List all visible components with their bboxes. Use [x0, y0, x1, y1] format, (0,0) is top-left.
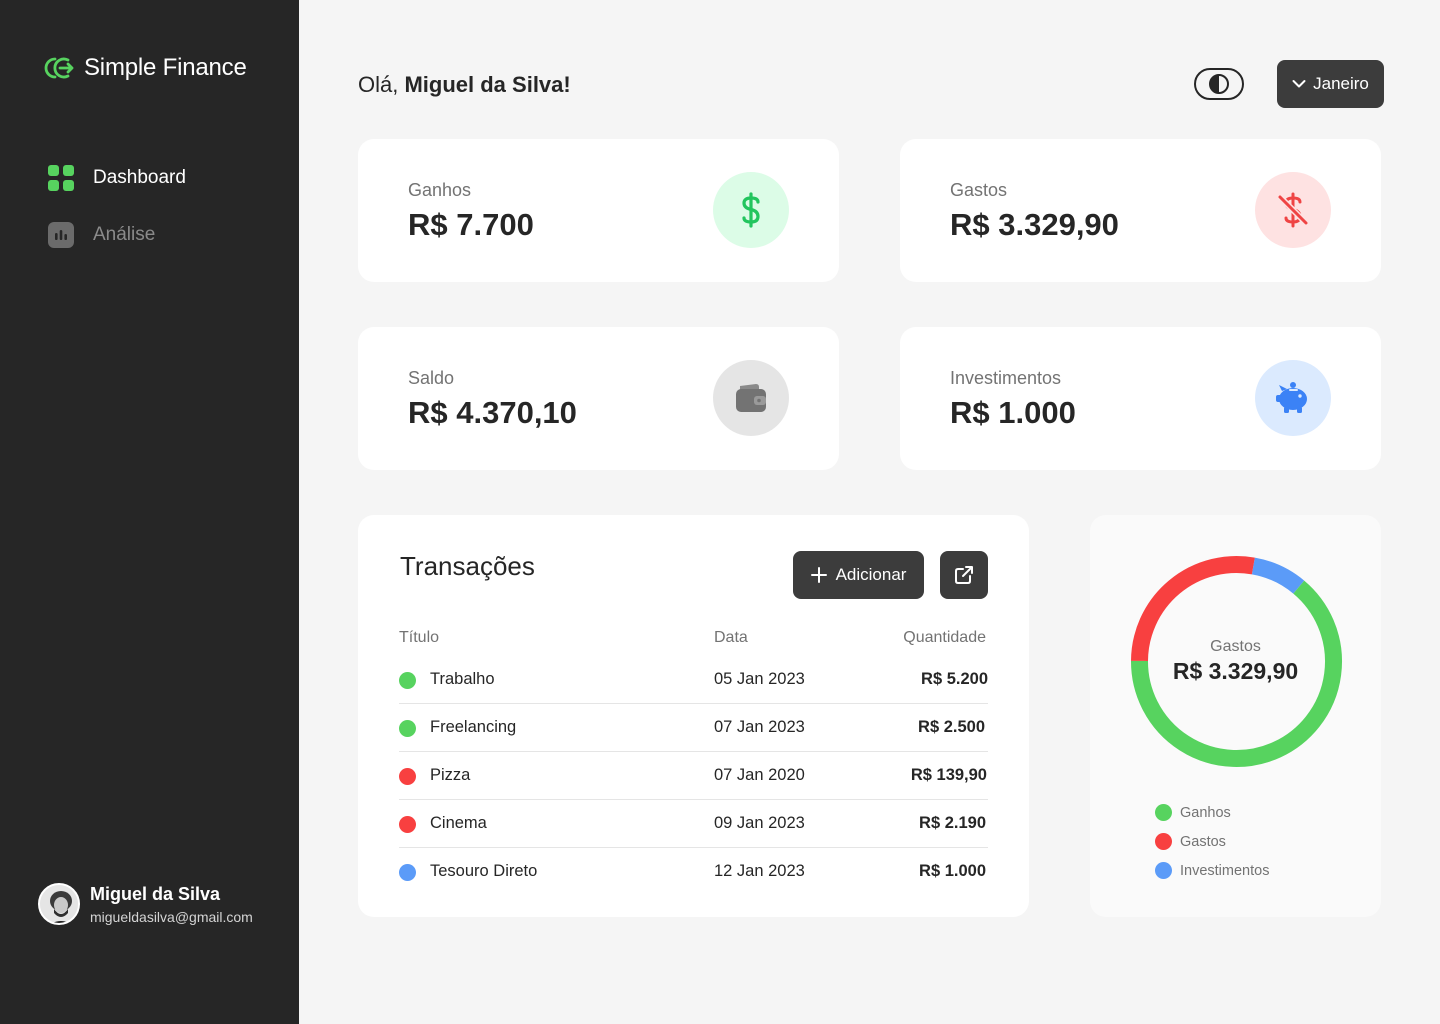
transaction-name: Cinema — [430, 814, 487, 832]
income-dot — [399, 672, 416, 689]
expense-dot — [399, 768, 416, 785]
avatar — [38, 883, 80, 925]
greeting-name: Miguel da Silva! — [404, 72, 571, 97]
legend-item-investimentos: Investimentos — [1155, 862, 1269, 879]
piggy-bank-icon — [1276, 382, 1307, 413]
table-row[interactable]: Tesouro Direto 12 Jan 2023 R$ 1.000 — [399, 848, 988, 896]
legend-dot — [1155, 862, 1172, 879]
table-row[interactable]: Pizza 07 Jan 2020 R$ 139,90 — [399, 752, 988, 800]
card-value: R$ 1.000 — [950, 395, 1076, 430]
donut-center-label: Gastos — [1210, 638, 1261, 655]
sidebar: Simple Finance Dashboard Análise Miguel … — [0, 0, 299, 1024]
add-transaction-button[interactable]: Adicionar — [793, 551, 924, 599]
nav-item-analise[interactable]: Análise — [48, 222, 155, 248]
card-icon-wrap — [1255, 360, 1331, 436]
transaction-name: Freelancing — [430, 718, 517, 736]
card-value: R$ 7.700 — [408, 207, 534, 242]
income-dot — [399, 720, 416, 737]
card-label: Saldo — [408, 368, 455, 388]
contrast-icon — [1209, 74, 1229, 94]
app-logo[interactable]: Simple Finance — [44, 54, 247, 82]
transaction-date: 07 Jan 2020 — [714, 766, 805, 784]
card-icon-wrap — [713, 172, 789, 248]
month-select-button[interactable]: Janeiro — [1277, 60, 1384, 108]
card-gastos: Gastos R$ 3.329,90 — [900, 139, 1381, 282]
external-link-icon — [955, 566, 973, 584]
transactions-title: Transações — [400, 551, 535, 581]
legend-label: Ganhos — [1180, 804, 1231, 821]
legend-item-ganhos: Ganhos — [1155, 804, 1231, 821]
transaction-amount: R$ 2.190 — [919, 814, 986, 832]
nav-item-label: Dashboard — [93, 167, 186, 188]
transaction-date: 12 Jan 2023 — [714, 862, 805, 880]
chevron-down-icon — [1292, 80, 1306, 88]
user-email: migueldasilva@gmail.com — [90, 908, 253, 925]
greeting-prefix: Olá, — [358, 72, 405, 97]
open-external-button[interactable] — [940, 551, 988, 599]
table-row[interactable]: Freelancing 07 Jan 2023 R$ 2.500 — [399, 704, 988, 752]
legend-dot — [1155, 833, 1172, 850]
app-name: Simple Finance — [84, 54, 247, 81]
table-row[interactable]: Cinema 09 Jan 2023 R$ 2.190 — [399, 800, 988, 848]
grid-icon — [48, 165, 74, 191]
transaction-name: Tesouro Direto — [430, 862, 538, 880]
dollar-off-icon — [1277, 192, 1309, 228]
transaction-name: Trabalho — [430, 670, 495, 688]
card-ganhos: Ganhos R$ 7.700 — [358, 139, 839, 282]
table-row[interactable]: Trabalho 05 Jan 2023 R$ 5.200 — [399, 656, 988, 704]
investment-dot — [399, 864, 416, 881]
column-header-title: Título — [399, 629, 440, 646]
card-investimentos: Investimentos R$ 1.000 — [900, 327, 1381, 470]
transaction-amount: R$ 2.500 — [918, 718, 985, 736]
theme-toggle[interactable] — [1194, 68, 1244, 100]
chart-panel: Gastos R$ 3.329,90 Ganhos Gastos Investi… — [1090, 515, 1381, 917]
column-header-date: Data — [714, 629, 748, 646]
wallet-icon — [736, 384, 766, 412]
donut-center-value: R$ 3.329,90 — [1172, 658, 1299, 684]
greeting: Olá, Miguel da Silva! — [358, 72, 571, 98]
user-profile[interactable]: Miguel da Silva migueldasilva@gmail.com — [38, 883, 253, 925]
transaction-date: 07 Jan 2023 — [714, 718, 805, 736]
card-label: Gastos — [950, 180, 1008, 200]
transaction-amount: R$ 139,90 — [910, 766, 987, 784]
column-header-amount: Quantidade — [903, 629, 986, 646]
card-value: R$ 3.329,90 — [950, 207, 1119, 242]
dollar-icon — [742, 192, 760, 228]
user-name: Miguel da Silva — [90, 883, 221, 904]
transactions-panel: Transações Adicionar Título Data Quantid… — [358, 515, 1029, 917]
add-button-label: Adicionar — [835, 565, 907, 584]
transaction-amount: R$ 1.000 — [919, 862, 986, 880]
nav-item-label: Análise — [93, 224, 156, 245]
expense-dot — [399, 816, 416, 833]
donut-slice-investimentos — [1251, 557, 1305, 594]
legend-label: Investimentos — [1180, 862, 1270, 879]
card-icon-wrap — [1255, 172, 1331, 248]
card-icon-wrap — [713, 360, 789, 436]
legend-label: Gastos — [1180, 833, 1226, 850]
transaction-date: 09 Jan 2023 — [714, 814, 805, 832]
nav-item-dashboard[interactable]: Dashboard — [48, 165, 186, 191]
transaction-date: 05 Jan 2023 — [714, 670, 805, 688]
legend-item-gastos: Gastos — [1155, 833, 1226, 850]
transaction-amount: R$ 5.200 — [921, 670, 988, 688]
card-saldo: Saldo R$ 4.370,10 — [358, 327, 839, 470]
plus-icon — [810, 567, 827, 583]
card-label: Investimentos — [950, 368, 1062, 388]
transaction-name: Pizza — [430, 766, 471, 784]
card-label: Ganhos — [408, 180, 472, 200]
card-value: R$ 4.370,10 — [408, 395, 577, 430]
logo-icon — [44, 57, 74, 79]
legend-dot — [1155, 804, 1172, 821]
chart-icon — [48, 222, 74, 248]
month-label: Janeiro — [1313, 74, 1369, 93]
